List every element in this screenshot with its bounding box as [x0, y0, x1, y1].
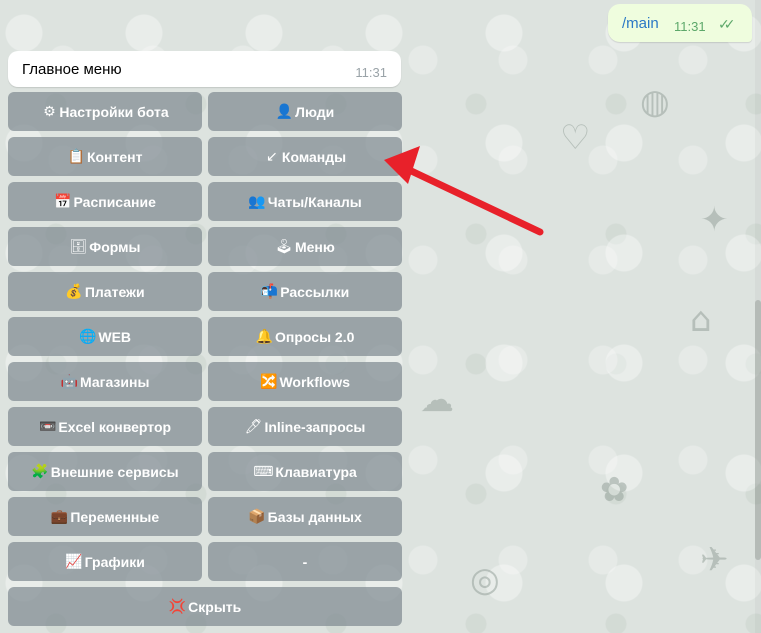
keyboard-button-label: Переменные	[70, 508, 160, 525]
keyboard-button[interactable]: 🤖 Магазины	[8, 362, 202, 401]
keyboard-button-label: Клавиатура	[275, 463, 357, 480]
keyboard-button[interactable]: 🌐 WEB	[8, 317, 202, 356]
pen-icon: 🖊	[244, 418, 263, 435]
incoming-message-text: Главное меню	[22, 61, 122, 78]
people-icon: 👥	[248, 193, 266, 210]
keyboard-button[interactable]: 📈 Графики	[8, 542, 202, 581]
keyboard-row: 📈 Графики -	[8, 542, 402, 581]
scrollbar-thumb[interactable]	[755, 300, 761, 560]
doodle-house-icon: ⌂	[690, 300, 712, 340]
outgoing-message-bubble[interactable]: /main 11:31 ✓✓	[608, 4, 752, 42]
keyboard-button[interactable]: 👤 Люди	[208, 92, 402, 131]
chat-scrollbar[interactable]	[755, 0, 761, 633]
keyboard-button-label: Чаты/Каналы	[267, 193, 362, 210]
keyboard-button-label: Меню	[294, 238, 335, 255]
keyboard-row: 🤖 Магазины 🔀 Workflows	[8, 362, 402, 401]
keyboard-button[interactable]: 💢 Скрыть	[8, 587, 402, 626]
inline-keyboard: ⚙ Настройки бота 👤 Люди 📋 Контент ↙ Команды 📅 Рас…	[8, 92, 402, 632]
incoming-message-bubble[interactable]: Главное меню 11:31	[8, 51, 401, 87]
keyboard-button-label: Inline-запросы	[264, 418, 366, 435]
puzzle-icon: 🧩	[31, 463, 49, 480]
keyboard-button-label: -	[302, 553, 308, 570]
keyboard-button-label: Расписание	[73, 193, 156, 210]
money-bag-icon: 💰	[65, 283, 83, 300]
incoming-message-time: 11:31	[355, 65, 387, 80]
keyboard-button-label: Опросы 2.0	[275, 328, 355, 345]
keyboard-button-label: Настройки бота	[59, 103, 169, 120]
doodle-paw-icon: ✿	[600, 470, 629, 510]
keyboard-button-label: Люди	[295, 103, 335, 120]
keyboard-button-label: WEB	[98, 328, 132, 345]
bell-icon: 🔔	[255, 328, 274, 345]
keyboard-row: ⚙ Настройки бота 👤 Люди	[8, 92, 402, 131]
keyboard-button[interactable]: 📬 Рассылки	[208, 272, 402, 311]
keyboard-row: 📼 Excel конвертор 🖊 Inline-запросы	[8, 407, 402, 446]
keyboard-row: 📋 Контент ↙ Команды	[8, 137, 402, 176]
keyboard-button[interactable]: 🕹 Меню	[208, 227, 402, 266]
keyboard-button[interactable]: 👥 Чаты/Каналы	[208, 182, 402, 221]
briefcase-icon: 💼	[50, 508, 69, 525]
doodle-heart-icon: ♡	[560, 118, 591, 158]
cassette-icon: 📼	[38, 418, 57, 435]
doodle-bone-icon: ☁	[420, 380, 454, 420]
keyboard-button-label: Внешние сервисы	[50, 463, 179, 480]
keyboard-button[interactable]: 🗄 Формы	[8, 227, 202, 266]
keyboard-button[interactable]: 🖊 Inline-запросы	[208, 407, 402, 446]
doodle-plane-icon: ✈	[700, 540, 729, 580]
keyboard-button-label: Рассылки	[280, 283, 350, 300]
package-icon: 📦	[248, 508, 266, 525]
keyboard-button[interactable]: 📋 Контент	[8, 137, 202, 176]
keyboard-button-label: Магазины	[80, 373, 150, 390]
arrow-down-left-icon: ↙	[266, 148, 278, 165]
keyboard-button-label: Платежи	[84, 283, 145, 300]
doodle-star-icon: ✦	[700, 200, 729, 240]
double-check-icon: ✓✓	[718, 17, 736, 33]
keyboard-row: 💢 Скрыть	[8, 587, 402, 626]
keyboard-row: 🌐 WEB 🔔 Опросы 2.0	[8, 317, 402, 356]
keyboard-button-label: Команды	[281, 148, 347, 165]
keyboard-button[interactable]: 💼 Переменные	[8, 497, 202, 536]
outgoing-message-time: 11:31	[674, 19, 706, 34]
keyboard-button[interactable]: 🔀 Workflows	[208, 362, 402, 401]
clipboard-icon: 📋	[67, 148, 85, 165]
chart-icon: 📈	[65, 553, 83, 570]
keyboard-button-label: Workflows	[279, 373, 350, 390]
mailbox-icon: 📬	[260, 283, 279, 300]
keyboard-button-label: Контент	[86, 148, 143, 165]
keyboard-button[interactable]: 📅 Расписание	[8, 182, 202, 221]
person-icon: 👤	[275, 103, 294, 120]
keyboard-button[interactable]: 📼 Excel конвертор	[8, 407, 202, 446]
outgoing-message-text[interactable]: /main	[622, 15, 659, 32]
keyboard-button-label: Базы данных	[267, 508, 362, 525]
keyboard-row: 📅 Расписание 👥 Чаты/Каналы	[8, 182, 402, 221]
keyboard-button[interactable]: -	[208, 542, 402, 581]
anger-icon: 💢	[168, 598, 187, 615]
doodle-spiral-icon: ◎	[470, 560, 500, 600]
keyboard-button-label: Формы	[89, 238, 141, 255]
keyboard-button[interactable]: ↙ Команды	[208, 137, 402, 176]
calendar-icon: 📅	[54, 193, 72, 210]
robot-icon: 🤖	[60, 373, 79, 390]
keyboard-button-label: Скрыть	[188, 598, 242, 615]
keyboard-button[interactable]: ⚙ Настройки бота	[8, 92, 202, 131]
keyboard-button[interactable]: 📦 Базы данных	[208, 497, 402, 536]
keyboard-button[interactable]: 🧩 Внешние сервисы	[8, 452, 202, 491]
keyboard-row: 💰 Платежи 📬 Рассылки	[8, 272, 402, 311]
file-cabinet-icon: 🗄	[69, 238, 88, 255]
doodle-ball-icon: ◍	[640, 82, 670, 122]
globe-icon: 🌐	[78, 328, 97, 345]
gear-icon: ⚙	[43, 103, 56, 120]
joystick-icon: 🕹	[275, 238, 293, 255]
keyboard-button[interactable]: 🔔 Опросы 2.0	[208, 317, 402, 356]
keyboard-button-label: Графики	[84, 553, 145, 570]
keyboard-button[interactable]: ⌨ Клавиатура	[208, 452, 402, 491]
keyboard-row: 🧩 Внешние сервисы ⌨ Клавиатура	[8, 452, 402, 491]
keyboard-button[interactable]: 💰 Платежи	[8, 272, 202, 311]
keyboard-row: 🗄 Формы 🕹 Меню	[8, 227, 402, 266]
shuffle-icon: 🔀	[260, 373, 278, 390]
keyboard-icon: ⌨	[253, 463, 274, 480]
keyboard-row: 💼 Переменные 📦 Базы данных	[8, 497, 402, 536]
keyboard-button-label: Excel конвертор	[58, 418, 172, 435]
